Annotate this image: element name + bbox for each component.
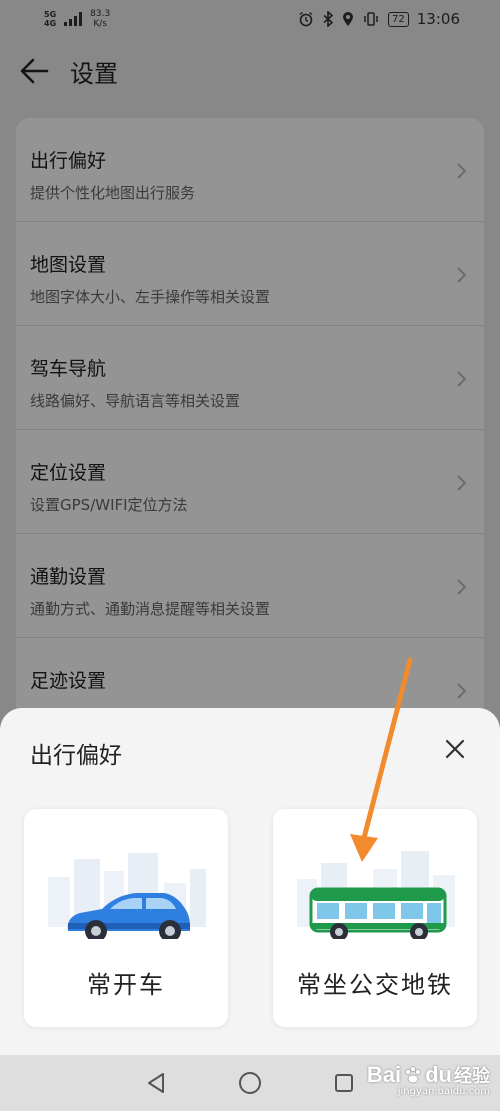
- option-label: 常坐公交地铁: [297, 971, 453, 999]
- sheet-title: 出行偏好: [30, 743, 122, 769]
- option-public-transit-often[interactable]: 常坐公交地铁: [273, 809, 477, 1027]
- paw-icon: [405, 1066, 421, 1084]
- baidu-jingyan-watermark: Bai du 经验 jingyan.baidu.com: [367, 1062, 490, 1097]
- car-icon: [48, 853, 206, 939]
- close-icon[interactable]: [444, 738, 466, 760]
- option-label: 常开车: [87, 971, 165, 999]
- nav-back-icon[interactable]: [144, 1071, 168, 1095]
- option-drive-often[interactable]: 常开车: [24, 809, 228, 1027]
- nav-home-icon[interactable]: [238, 1071, 262, 1095]
- watermark-url: jingyan.baidu.com: [397, 1086, 490, 1097]
- bus-icon: [297, 851, 455, 939]
- watermark-logo: Bai du 经验: [366, 1062, 490, 1087]
- nav-recents-icon[interactable]: [332, 1071, 356, 1095]
- travel-preference-sheet: 出行偏好 常开车 常坐公交地铁: [0, 708, 500, 1055]
